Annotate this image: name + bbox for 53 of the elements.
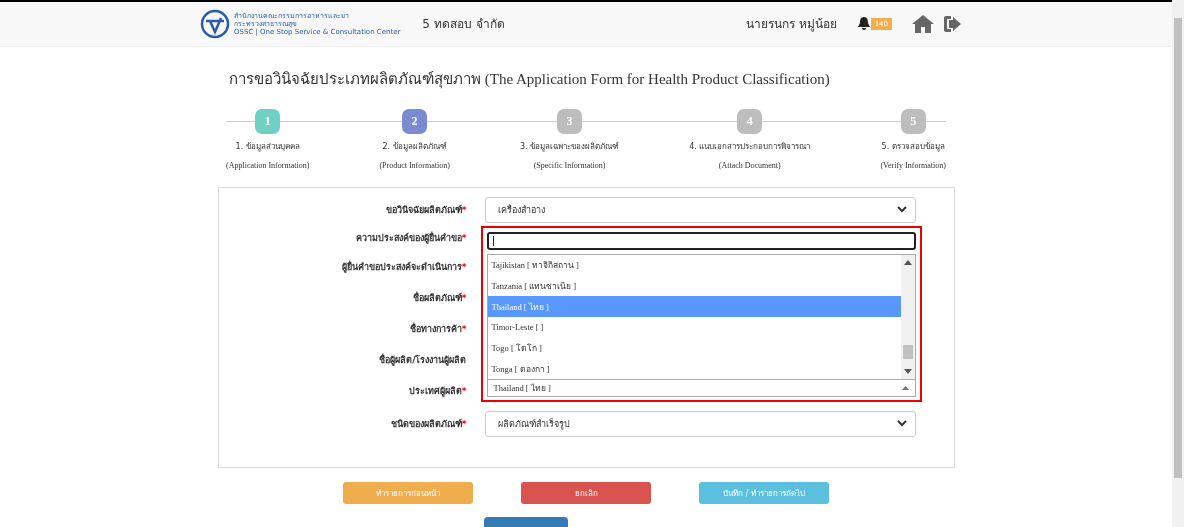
scroll-up-icon[interactable] (903, 258, 912, 265)
scrollbar-thumb[interactable] (902, 344, 913, 359)
home-icon[interactable] (912, 14, 934, 33)
search-field[interactable] (486, 231, 916, 250)
required-mark: * (461, 204, 467, 215)
required-mark: * (461, 418, 467, 429)
country-option[interactable]: Tonga [ ตองกา ] (487, 358, 901, 379)
action-button[interactable]: บันทึก / ทำรายการถัดไป (699, 482, 829, 505)
country-option[interactable]: Timor-Leste [ ] (487, 316, 901, 338)
required-mark: * (461, 232, 467, 243)
field-label: ชื่อผลิตภัณฑ์* (411, 291, 467, 306)
step-number[interactable]: 2 (402, 108, 428, 134)
step-sublabel: (Product Information) (379, 160, 450, 170)
field-label: ชนิดของผลิตภัณฑ์* (389, 417, 467, 431)
step-label: 2. ข้อมูลผลิตภัณฑ์ (382, 140, 447, 153)
scroll-down-icon[interactable] (903, 368, 912, 375)
required-mark: * (461, 385, 467, 396)
caret-icon (901, 385, 909, 391)
step-sublabel: (Attach Document) (718, 160, 781, 170)
step-sublabel: (Application Information) (226, 160, 310, 170)
step-sublabel: (Verify Information) (880, 160, 946, 170)
user-name: นายรนกร หมู่น้อย (745, 16, 837, 34)
country-option[interactable]: Togo [ โตโก ] (487, 337, 901, 359)
chevron-icon (896, 206, 907, 214)
bell-icon[interactable] (856, 16, 871, 32)
action-button[interactable]: ยกเลิก (521, 482, 651, 505)
field-label: ชื่อทางการค้า* (408, 322, 467, 337)
scrollbar[interactable] (900, 254, 915, 379)
page-scrollbar[interactable] (1172, 0, 1184, 527)
field-label: ขอวินิจฉัยผลิตภัณฑ์* (384, 203, 467, 217)
chevron-icon (896, 420, 907, 428)
step-sublabel: (Specific Information) (533, 160, 606, 170)
field-label: ความประสงค์ของผู้ยื่นคำขอ* (354, 230, 467, 245)
field-label: ประเทศผู้ผลิต* (407, 384, 467, 398)
step-label: 5. ตรวจสอบข้อมูล (881, 140, 945, 153)
product-select[interactable]: เครื่องสำอาง (484, 196, 916, 223)
step-label: 4. แนบเอกสารประกอบการพิจารณา (689, 140, 811, 153)
step-label: 3. ข้อมูลเฉพาะของผลิตภัณฑ์ (519, 140, 620, 153)
country-option[interactable]: Thailand [ ไทย ] (487, 296, 901, 317)
logout-icon[interactable] (944, 15, 962, 32)
field-label: ชื่อผู้ผลิต/โรงงานผู้ผลิต (378, 353, 467, 368)
country-select[interactable]: Thailand [ ไทย ] (486, 378, 916, 397)
required-mark: * (461, 262, 467, 273)
company-name: 5 ทดสอบ จำกัด (422, 16, 505, 34)
country-option[interactable]: Tanzania [ แทนซาเนีย ] (487, 275, 901, 297)
step-label: 1. ข้อมูลส่วนบุคคล (235, 140, 300, 153)
required-mark: * (461, 324, 467, 335)
country-option[interactable]: Tajikistan [ ทาจิกิสถาน ] (487, 254, 901, 276)
page-title: การขอวินิจฉัยประเภทผลิตภัณฑ์สุขภาพ (The Application Form for Health Product Classification) (229, 69, 830, 91)
required-mark: * (461, 293, 467, 304)
field-label: ผู้ยื่นคำขอประสงค์จะดำเนินการ* (340, 260, 467, 275)
product-type-select[interactable]: ผลิตภัณฑ์สำเร็จรูป (484, 410, 916, 437)
logo-emblem-icon (200, 8, 230, 39)
